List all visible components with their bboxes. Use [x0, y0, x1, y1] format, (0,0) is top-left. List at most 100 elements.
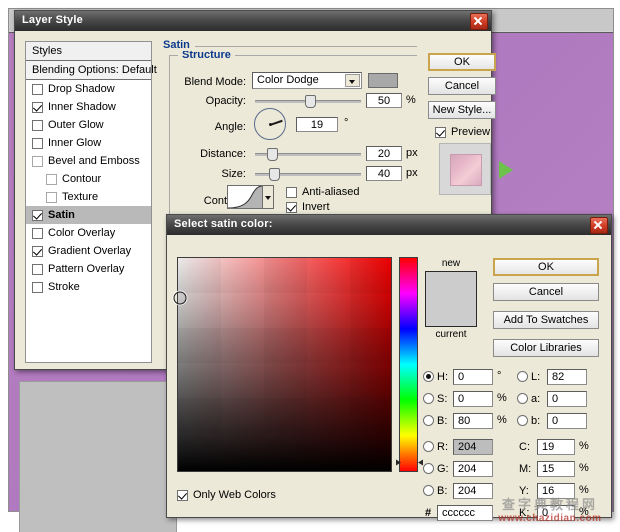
effect-row-color-overlay[interactable]: Color Overlay — [26, 224, 151, 242]
checkbox-anti-aliased[interactable] — [286, 187, 297, 198]
color-field-websafe-banding — [178, 258, 391, 471]
distance-slider[interactable] — [255, 148, 361, 160]
distance-input[interactable]: 20 — [366, 146, 402, 161]
checkbox-contour[interactable] — [46, 174, 57, 185]
checkbox-color-overlay[interactable] — [32, 228, 43, 239]
radio-lab-b[interactable] — [517, 415, 528, 426]
ok-button[interactable]: OK — [493, 258, 599, 276]
black-input[interactable]: 0 — [537, 505, 575, 521]
angle-unit: ° — [344, 117, 348, 129]
hue-input[interactable]: 0 — [453, 369, 493, 385]
radio-lab-a[interactable] — [517, 393, 528, 404]
effect-row-contour[interactable]: Contour — [26, 170, 151, 188]
slider-thumb[interactable] — [305, 95, 316, 108]
cancel-button[interactable]: Cancel — [428, 77, 496, 95]
checkbox-only-web-colors[interactable] — [177, 490, 188, 501]
effect-row-texture[interactable]: Texture — [26, 188, 151, 206]
angle-dial[interactable] — [254, 108, 286, 140]
checkbox-gradient-overlay[interactable] — [32, 246, 43, 257]
opacity-input[interactable]: 50 — [366, 93, 402, 108]
hex-input[interactable]: cccccc — [437, 505, 493, 521]
radio-saturation[interactable] — [423, 393, 434, 404]
checkbox-inner-glow[interactable] — [32, 138, 43, 149]
checkbox-pattern-overlay[interactable] — [32, 264, 43, 275]
checkbox-stroke[interactable] — [32, 282, 43, 293]
effect-label: Texture — [62, 188, 98, 206]
cyan-input[interactable]: 19 — [537, 439, 575, 455]
color-libraries-button[interactable]: Color Libraries — [493, 339, 599, 357]
checkbox-texture[interactable] — [46, 192, 57, 203]
radio-blue[interactable] — [423, 485, 434, 496]
cancel-button[interactable]: Cancel — [493, 283, 599, 301]
anti-aliased-label: Anti-aliased — [302, 186, 359, 198]
green-triangle-icon — [499, 161, 513, 179]
effect-row-pattern-overlay[interactable]: Pattern Overlay — [26, 260, 151, 278]
contour-dropdown-arrow[interactable] — [263, 185, 274, 209]
checkbox-drop-shadow[interactable] — [32, 84, 43, 95]
brightness-unit: % — [497, 414, 507, 426]
structure-group: Structure Blend Mode: Color Dodge Opacit… — [169, 55, 417, 227]
blend-color-swatch[interactable] — [368, 73, 398, 88]
red-input[interactable]: 204 — [453, 439, 493, 455]
effect-label: Inner Glow — [48, 134, 101, 152]
lab-b-input[interactable]: 0 — [547, 413, 587, 429]
checkbox-satin[interactable] — [32, 210, 43, 221]
invert-row[interactable]: Invert — [286, 201, 330, 213]
blending-options-row[interactable]: Blending Options: Default — [26, 61, 151, 80]
hue-label: H: — [437, 371, 448, 383]
checkbox-outer-glow[interactable] — [32, 120, 43, 131]
effect-row-outer-glow[interactable]: Outer Glow — [26, 116, 151, 134]
brightness-input[interactable]: 80 — [453, 413, 493, 429]
color-preview-swatch[interactable] — [425, 271, 477, 327]
color-field[interactable] — [177, 257, 392, 472]
contour-preview[interactable] — [227, 185, 263, 209]
checkbox-inner-shadow[interactable] — [32, 102, 43, 113]
green-input[interactable]: 204 — [453, 461, 493, 477]
blue-label: B: — [437, 485, 447, 497]
lightness-input[interactable]: 82 — [547, 369, 587, 385]
checkbox-bevel-and-emboss[interactable] — [32, 156, 43, 167]
size-slider[interactable] — [255, 168, 361, 180]
checkbox-invert[interactable] — [286, 202, 297, 213]
close-icon[interactable] — [470, 13, 488, 30]
cyan-label: C: — [519, 441, 530, 453]
yellow-input[interactable]: 16 — [537, 483, 575, 499]
checkbox-preview[interactable] — [435, 127, 446, 138]
close-icon[interactable] — [590, 217, 608, 234]
layer-style-title: Layer Style — [22, 14, 83, 26]
anti-aliased-row[interactable]: Anti-aliased — [286, 186, 359, 198]
chevron-down-icon[interactable] — [345, 74, 360, 87]
radio-brightness[interactable] — [423, 415, 434, 426]
blue-input[interactable]: 204 — [453, 483, 493, 499]
hue-unit: ° — [497, 370, 501, 382]
slider-thumb[interactable] — [269, 168, 280, 181]
slider-thumb[interactable] — [267, 148, 278, 161]
opacity-slider[interactable] — [255, 95, 361, 107]
preview-row[interactable]: Preview — [435, 126, 490, 138]
add-to-swatches-button[interactable]: Add To Swatches — [493, 311, 599, 329]
effect-row-drop-shadow[interactable]: Drop Shadow — [26, 80, 151, 98]
only-web-colors-label: Only Web Colors — [193, 489, 276, 501]
radio-green[interactable] — [423, 463, 434, 474]
effect-row-stroke[interactable]: Stroke — [26, 278, 151, 296]
effect-row-inner-glow[interactable]: Inner Glow — [26, 134, 151, 152]
radio-red[interactable] — [423, 441, 434, 452]
effect-row-bevel-and-emboss[interactable]: Bevel and Emboss — [26, 152, 151, 170]
blend-mode-select[interactable]: Color Dodge — [252, 72, 362, 89]
effect-row-gradient-overlay[interactable]: Gradient Overlay — [26, 242, 151, 260]
radio-hue[interactable] — [423, 371, 434, 382]
ok-button[interactable]: OK — [428, 53, 496, 71]
new-style-button[interactable]: New Style... — [428, 101, 496, 119]
lab-a-input[interactable]: 0 — [547, 391, 587, 407]
saturation-input[interactable]: 0 — [453, 391, 493, 407]
effect-row-satin[interactable]: Satin — [26, 206, 151, 224]
effect-row-inner-shadow[interactable]: Inner Shadow — [26, 98, 151, 116]
radio-lightness[interactable] — [517, 371, 528, 382]
hue-slider[interactable] — [399, 257, 418, 472]
magenta-unit: % — [579, 462, 589, 474]
angle-input[interactable]: 19 — [296, 117, 338, 132]
new-color-label: new — [425, 258, 477, 269]
size-input[interactable]: 40 — [366, 166, 402, 181]
magenta-input[interactable]: 15 — [537, 461, 575, 477]
only-web-colors-row[interactable]: Only Web Colors — [177, 489, 276, 501]
